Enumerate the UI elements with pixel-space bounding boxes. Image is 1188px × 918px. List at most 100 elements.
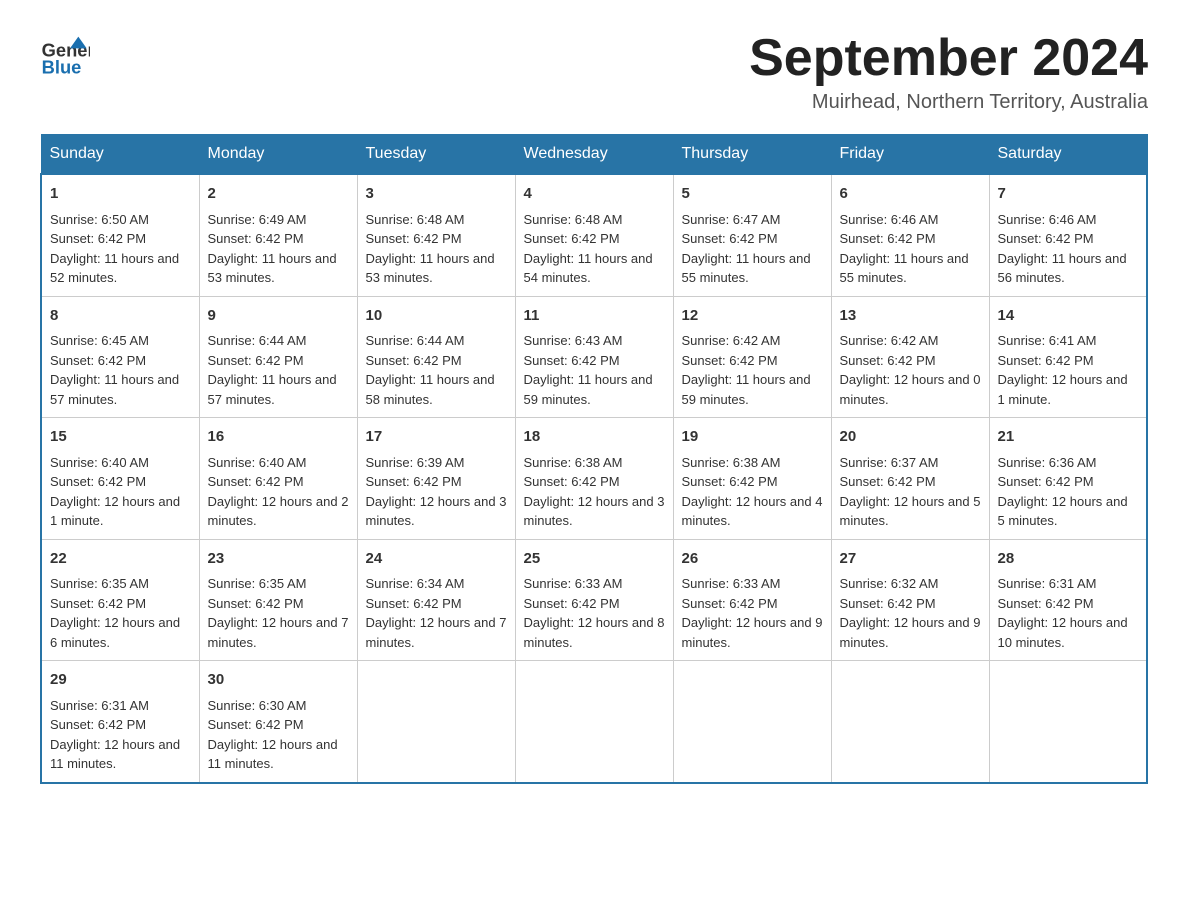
day-info: Sunrise: 6:48 AMSunset: 6:42 PMDaylight:… xyxy=(366,212,495,286)
location-subtitle: Muirhead, Northern Territory, Australia xyxy=(749,91,1148,114)
calendar-week-1: 1 Sunrise: 6:50 AMSunset: 6:42 PMDayligh… xyxy=(41,174,1147,296)
calendar-cell: 28 Sunrise: 6:31 AMSunset: 6:42 PMDaylig… xyxy=(989,539,1147,661)
day-info: Sunrise: 6:31 AMSunset: 6:42 PMDaylight:… xyxy=(998,576,1128,650)
page-header: General Blue September 2024 Muirhead, No… xyxy=(40,30,1148,114)
calendar-cell: 19 Sunrise: 6:38 AMSunset: 6:42 PMDaylig… xyxy=(673,418,831,540)
calendar-cell: 5 Sunrise: 6:47 AMSunset: 6:42 PMDayligh… xyxy=(673,174,831,296)
day-number: 8 xyxy=(50,305,191,328)
calendar-week-4: 22 Sunrise: 6:35 AMSunset: 6:42 PMDaylig… xyxy=(41,539,1147,661)
day-info: Sunrise: 6:35 AMSunset: 6:42 PMDaylight:… xyxy=(208,576,349,650)
calendar-cell: 20 Sunrise: 6:37 AMSunset: 6:42 PMDaylig… xyxy=(831,418,989,540)
calendar-cell: 11 Sunrise: 6:43 AMSunset: 6:42 PMDaylig… xyxy=(515,296,673,418)
calendar-cell: 24 Sunrise: 6:34 AMSunset: 6:42 PMDaylig… xyxy=(357,539,515,661)
day-info: Sunrise: 6:30 AMSunset: 6:42 PMDaylight:… xyxy=(208,698,338,772)
day-number: 13 xyxy=(840,305,981,328)
calendar-cell: 27 Sunrise: 6:32 AMSunset: 6:42 PMDaylig… xyxy=(831,539,989,661)
day-info: Sunrise: 6:48 AMSunset: 6:42 PMDaylight:… xyxy=(524,212,653,286)
calendar-cell: 13 Sunrise: 6:42 AMSunset: 6:42 PMDaylig… xyxy=(831,296,989,418)
calendar-cell: 23 Sunrise: 6:35 AMSunset: 6:42 PMDaylig… xyxy=(199,539,357,661)
day-number: 12 xyxy=(682,305,823,328)
weekday-header-saturday: Saturday xyxy=(989,135,1147,175)
calendar-cell: 16 Sunrise: 6:40 AMSunset: 6:42 PMDaylig… xyxy=(199,418,357,540)
calendar-cell: 2 Sunrise: 6:49 AMSunset: 6:42 PMDayligh… xyxy=(199,174,357,296)
calendar-table: SundayMondayTuesdayWednesdayThursdayFrid… xyxy=(40,134,1148,784)
day-info: Sunrise: 6:33 AMSunset: 6:42 PMDaylight:… xyxy=(524,576,665,650)
calendar-cell: 15 Sunrise: 6:40 AMSunset: 6:42 PMDaylig… xyxy=(41,418,199,540)
day-number: 18 xyxy=(524,426,665,449)
day-info: Sunrise: 6:44 AMSunset: 6:42 PMDaylight:… xyxy=(208,333,337,407)
weekday-header-sunday: Sunday xyxy=(41,135,199,175)
day-info: Sunrise: 6:43 AMSunset: 6:42 PMDaylight:… xyxy=(524,333,653,407)
day-info: Sunrise: 6:46 AMSunset: 6:42 PMDaylight:… xyxy=(998,212,1127,286)
svg-text:Blue: Blue xyxy=(42,56,82,77)
day-number: 9 xyxy=(208,305,349,328)
day-number: 2 xyxy=(208,183,349,206)
calendar-cell: 18 Sunrise: 6:38 AMSunset: 6:42 PMDaylig… xyxy=(515,418,673,540)
calendar-cell: 29 Sunrise: 6:31 AMSunset: 6:42 PMDaylig… xyxy=(41,661,199,783)
calendar-cell xyxy=(673,661,831,783)
day-info: Sunrise: 6:33 AMSunset: 6:42 PMDaylight:… xyxy=(682,576,823,650)
calendar-cell xyxy=(831,661,989,783)
logo: General Blue xyxy=(40,30,98,85)
day-info: Sunrise: 6:36 AMSunset: 6:42 PMDaylight:… xyxy=(998,455,1128,529)
calendar-cell: 8 Sunrise: 6:45 AMSunset: 6:42 PMDayligh… xyxy=(41,296,199,418)
day-number: 17 xyxy=(366,426,507,449)
calendar-cell: 21 Sunrise: 6:36 AMSunset: 6:42 PMDaylig… xyxy=(989,418,1147,540)
calendar-cell: 25 Sunrise: 6:33 AMSunset: 6:42 PMDaylig… xyxy=(515,539,673,661)
day-info: Sunrise: 6:47 AMSunset: 6:42 PMDaylight:… xyxy=(682,212,811,286)
day-info: Sunrise: 6:42 AMSunset: 6:42 PMDaylight:… xyxy=(682,333,811,407)
logo-icon: General Blue xyxy=(40,30,90,85)
day-number: 15 xyxy=(50,426,191,449)
calendar-cell: 6 Sunrise: 6:46 AMSunset: 6:42 PMDayligh… xyxy=(831,174,989,296)
day-info: Sunrise: 6:32 AMSunset: 6:42 PMDaylight:… xyxy=(840,576,981,650)
weekday-header-thursday: Thursday xyxy=(673,135,831,175)
calendar-cell: 17 Sunrise: 6:39 AMSunset: 6:42 PMDaylig… xyxy=(357,418,515,540)
day-info: Sunrise: 6:37 AMSunset: 6:42 PMDaylight:… xyxy=(840,455,981,529)
day-info: Sunrise: 6:42 AMSunset: 6:42 PMDaylight:… xyxy=(840,333,981,407)
day-number: 5 xyxy=(682,183,823,206)
calendar-header: SundayMondayTuesdayWednesdayThursdayFrid… xyxy=(41,135,1147,175)
day-info: Sunrise: 6:49 AMSunset: 6:42 PMDaylight:… xyxy=(208,212,337,286)
day-number: 4 xyxy=(524,183,665,206)
day-number: 19 xyxy=(682,426,823,449)
day-number: 11 xyxy=(524,305,665,328)
calendar-cell: 4 Sunrise: 6:48 AMSunset: 6:42 PMDayligh… xyxy=(515,174,673,296)
day-number: 23 xyxy=(208,548,349,571)
calendar-cell xyxy=(357,661,515,783)
day-info: Sunrise: 6:50 AMSunset: 6:42 PMDaylight:… xyxy=(50,212,179,286)
calendar-cell: 9 Sunrise: 6:44 AMSunset: 6:42 PMDayligh… xyxy=(199,296,357,418)
day-number: 29 xyxy=(50,669,191,692)
calendar-cell: 1 Sunrise: 6:50 AMSunset: 6:42 PMDayligh… xyxy=(41,174,199,296)
calendar-cell: 3 Sunrise: 6:48 AMSunset: 6:42 PMDayligh… xyxy=(357,174,515,296)
day-number: 27 xyxy=(840,548,981,571)
day-info: Sunrise: 6:46 AMSunset: 6:42 PMDaylight:… xyxy=(840,212,969,286)
day-info: Sunrise: 6:40 AMSunset: 6:42 PMDaylight:… xyxy=(208,455,349,529)
day-info: Sunrise: 6:38 AMSunset: 6:42 PMDaylight:… xyxy=(682,455,823,529)
day-number: 7 xyxy=(998,183,1139,206)
day-number: 21 xyxy=(998,426,1139,449)
weekday-row: SundayMondayTuesdayWednesdayThursdayFrid… xyxy=(41,135,1147,175)
day-number: 3 xyxy=(366,183,507,206)
calendar-body: 1 Sunrise: 6:50 AMSunset: 6:42 PMDayligh… xyxy=(41,174,1147,783)
day-info: Sunrise: 6:44 AMSunset: 6:42 PMDaylight:… xyxy=(366,333,495,407)
calendar-cell: 26 Sunrise: 6:33 AMSunset: 6:42 PMDaylig… xyxy=(673,539,831,661)
day-info: Sunrise: 6:31 AMSunset: 6:42 PMDaylight:… xyxy=(50,698,180,772)
day-info: Sunrise: 6:40 AMSunset: 6:42 PMDaylight:… xyxy=(50,455,180,529)
month-title: September 2024 xyxy=(749,30,1148,87)
day-number: 26 xyxy=(682,548,823,571)
day-number: 10 xyxy=(366,305,507,328)
calendar-cell xyxy=(989,661,1147,783)
day-info: Sunrise: 6:45 AMSunset: 6:42 PMDaylight:… xyxy=(50,333,179,407)
day-info: Sunrise: 6:34 AMSunset: 6:42 PMDaylight:… xyxy=(366,576,507,650)
calendar-week-5: 29 Sunrise: 6:31 AMSunset: 6:42 PMDaylig… xyxy=(41,661,1147,783)
day-info: Sunrise: 6:39 AMSunset: 6:42 PMDaylight:… xyxy=(366,455,507,529)
day-number: 6 xyxy=(840,183,981,206)
title-area: September 2024 Muirhead, Northern Territ… xyxy=(749,30,1148,114)
calendar-cell: 30 Sunrise: 6:30 AMSunset: 6:42 PMDaylig… xyxy=(199,661,357,783)
day-number: 30 xyxy=(208,669,349,692)
day-number: 14 xyxy=(998,305,1139,328)
day-info: Sunrise: 6:38 AMSunset: 6:42 PMDaylight:… xyxy=(524,455,665,529)
weekday-header-wednesday: Wednesday xyxy=(515,135,673,175)
calendar-week-2: 8 Sunrise: 6:45 AMSunset: 6:42 PMDayligh… xyxy=(41,296,1147,418)
calendar-week-3: 15 Sunrise: 6:40 AMSunset: 6:42 PMDaylig… xyxy=(41,418,1147,540)
